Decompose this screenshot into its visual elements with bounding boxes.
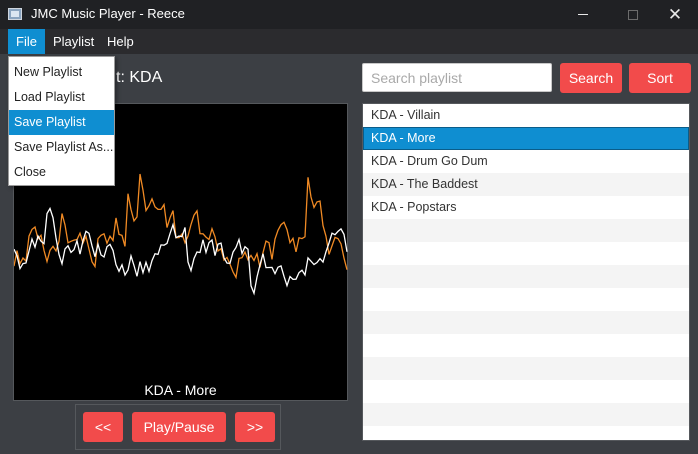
playlist-empty-row (363, 426, 689, 440)
playlist-empty-row (363, 311, 689, 334)
playlist-empty-row (363, 288, 689, 311)
minimize-icon (578, 14, 588, 15)
file-menu-item[interactable]: Save Playlist (9, 110, 114, 135)
search-input[interactable] (362, 63, 552, 92)
file-menu-item[interactable]: Close (9, 160, 114, 185)
menu-file[interactable]: File (8, 29, 45, 54)
close-window-button[interactable]: ✕ (652, 0, 698, 29)
file-menu-item[interactable]: Load Playlist (9, 85, 114, 110)
playlist-empty-row (363, 403, 689, 426)
current-playlist-label: t: KDA (116, 69, 163, 86)
playlist-item[interactable]: KDA - Popstars (363, 196, 689, 219)
file-menu-dropdown: New Playlist Load Playlist Save Playlist Sa… (8, 56, 115, 186)
playlist-item[interactable]: KDA - Villain (363, 104, 689, 127)
playlist-item[interactable]: KDA - Drum Go Dum (363, 150, 689, 173)
playlist-empty-row (363, 242, 689, 265)
menu-bar: File Playlist Help (0, 29, 698, 54)
menu-help[interactable]: Help (99, 29, 142, 54)
next-button[interactable]: >> (235, 412, 275, 442)
file-menu-item[interactable]: New Playlist (9, 60, 114, 85)
maximize-button[interactable] (610, 0, 656, 29)
playlist-empty-row (363, 380, 689, 403)
now-playing-title: KDA - More (144, 382, 217, 398)
window-title: JMC Music Player - Reece (31, 6, 185, 21)
app-icon (8, 8, 22, 20)
minimize-button[interactable] (560, 0, 606, 29)
playlist-item[interactable]: KDA - More (363, 127, 689, 150)
menu-playlist[interactable]: Playlist (45, 29, 102, 54)
play-pause-button[interactable]: Play/Pause (132, 412, 226, 442)
playlist-item[interactable]: KDA - The Baddest (363, 173, 689, 196)
playlist-list[interactable]: KDA - Villain KDA - More KDA - Drum Go Dum… (362, 103, 690, 441)
close-icon: ✕ (667, 5, 683, 24)
playlist-empty-row (363, 265, 689, 288)
waveform-secondary-line (14, 173, 348, 280)
playlist-empty-row (363, 357, 689, 380)
previous-button[interactable]: << (83, 412, 123, 442)
playlist-empty-row (363, 219, 689, 242)
title-bar: JMC Music Player - Reece ✕ (0, 0, 698, 29)
playlist-empty-row (363, 334, 689, 357)
maximize-icon (628, 9, 638, 20)
sort-button[interactable]: Sort (629, 63, 691, 93)
file-menu-item[interactable]: Save Playlist As... (9, 135, 114, 160)
search-button[interactable]: Search (560, 63, 622, 93)
